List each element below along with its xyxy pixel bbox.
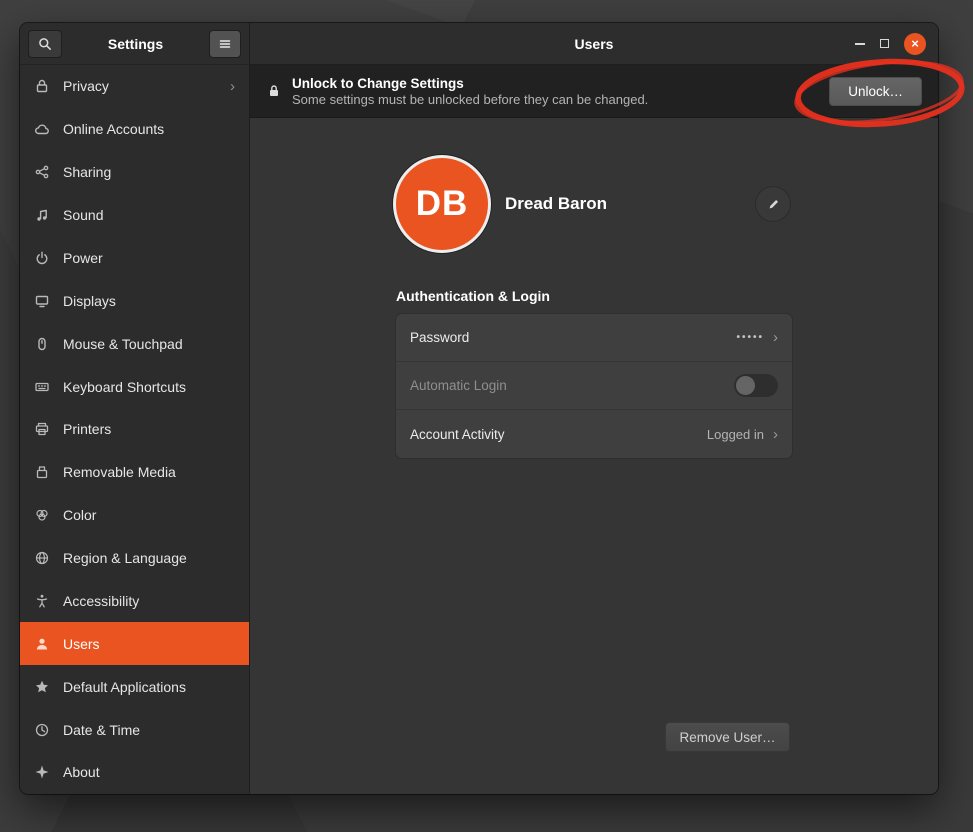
music-note-icon [34,207,50,223]
pencil-icon [766,197,781,212]
menu-button[interactable] [209,30,241,58]
sidebar-item-about[interactable]: About [20,751,249,794]
sidebar-item-printers[interactable]: Printers [20,408,249,451]
sidebar-item-region-language[interactable]: Region & Language [20,537,249,580]
section-title: Authentication & Login [396,288,550,304]
sidebar-item-label: Accessibility [63,593,139,609]
password-row[interactable]: Password ••••• › [396,314,792,362]
sidebar-item-label: Users [63,636,100,652]
toggle-knob [736,376,755,395]
window-controls: × [855,23,926,64]
sidebar-item-label: Displays [63,293,116,309]
maximize-button[interactable] [880,39,889,48]
search-icon [37,36,53,52]
headerbar: Users × [250,23,938,65]
unlock-button[interactable]: Unlock… [829,77,922,106]
sidebar-title: Settings [62,36,209,52]
sidebar-item-label: Region & Language [63,550,187,566]
sidebar-item-power[interactable]: Power [20,237,249,280]
accessibility-icon [34,593,50,609]
sidebar-item-keyboard-shortcuts[interactable]: Keyboard Shortcuts [20,365,249,408]
account-activity-row[interactable]: Account Activity Logged in › [396,410,792,458]
sidebar-header: Settings [20,23,249,65]
content-area: DB Dread Baron Authentication & Login Pa… [250,118,938,794]
star-icon [34,679,50,695]
sidebar-item-color[interactable]: Color [20,494,249,537]
banner-subtitle: Some settings must be unlocked before th… [292,92,648,107]
chevron-right-icon: › [773,427,778,442]
automatic-login-label: Automatic Login [410,378,507,393]
avatar: DB [396,158,488,250]
users-icon [34,636,50,652]
about-icon [34,764,50,780]
minimize-button[interactable] [855,43,865,45]
printer-icon [34,421,50,437]
password-value: ••••• [736,332,764,343]
unlock-banner: Unlock to Change Settings Some settings … [250,65,938,118]
main-pane: Users × Unlock to Change Settings Some s… [250,23,938,794]
sidebar-item-label: Keyboard Shortcuts [63,379,186,395]
power-icon [34,250,50,266]
chevron-right-icon: › [773,330,778,345]
banner-text: Unlock to Change Settings Some settings … [292,76,648,107]
sidebar-item-label: About [63,764,100,780]
keyboard-icon [34,379,50,395]
sidebar-item-mouse-touchpad[interactable]: Mouse & Touchpad [20,322,249,365]
remove-user-button[interactable]: Remove User… [665,722,790,752]
edit-name-button[interactable] [756,187,790,221]
sidebar-item-label: Mouse & Touchpad [63,336,183,352]
sidebar-item-label: Power [63,250,103,266]
sidebar-item-privacy[interactable]: Privacy › [20,65,249,108]
automatic-login-toggle[interactable] [734,374,778,397]
sidebar-item-date-time[interactable]: Date & Time [20,708,249,751]
sidebar-item-users[interactable]: Users [20,622,249,665]
sidebar-item-sharing[interactable]: Sharing [20,151,249,194]
lock-icon [34,78,50,94]
sidebar-item-label: Privacy [63,78,109,94]
search-button[interactable] [28,30,62,58]
globe-icon [34,550,50,566]
sidebar-item-label: Printers [63,421,111,437]
clock-icon [34,722,50,738]
sidebar-item-label: Sound [63,207,103,223]
close-button[interactable]: × [904,33,926,55]
sidebar-item-default-applications[interactable]: Default Applications [20,665,249,708]
mouse-icon [34,336,50,352]
sidebar-item-displays[interactable]: Displays [20,279,249,322]
chevron-right-icon: › [230,79,235,94]
removable-media-icon [34,464,50,480]
sidebar: Settings Privacy › Online Accounts Shari… [20,23,250,794]
automatic-login-row: Automatic Login [396,362,792,410]
sidebar-item-accessibility[interactable]: Accessibility [20,580,249,623]
share-icon [34,164,50,180]
password-label: Password [410,330,469,345]
page-title: Users [575,36,614,52]
sidebar-item-label: Color [63,507,96,523]
cloud-icon [34,121,50,137]
settings-window: Settings Privacy › Online Accounts Shari… [20,23,938,794]
sidebar-item-label: Date & Time [63,722,140,738]
banner-title: Unlock to Change Settings [292,76,648,91]
color-icon [34,507,50,523]
sidebar-item-online-accounts[interactable]: Online Accounts [20,108,249,151]
sidebar-item-sound[interactable]: Sound [20,194,249,237]
account-activity-value: Logged in [707,427,764,442]
sidebar-item-label: Default Applications [63,679,186,695]
sidebar-item-label: Sharing [63,164,111,180]
user-name: Dread Baron [505,194,607,214]
display-icon [34,293,50,309]
auth-settings-group: Password ••••• › Automatic Login Account… [396,314,792,458]
avatar-initials: DB [416,184,469,224]
sidebar-list: Privacy › Online Accounts Sharing Sound … [20,65,249,794]
account-activity-label: Account Activity [410,427,505,442]
sidebar-item-label: Removable Media [63,464,176,480]
sidebar-item-removable-media[interactable]: Removable Media [20,451,249,494]
sidebar-item-label: Online Accounts [63,121,164,137]
hamburger-icon [217,36,233,52]
lock-icon [266,83,282,99]
